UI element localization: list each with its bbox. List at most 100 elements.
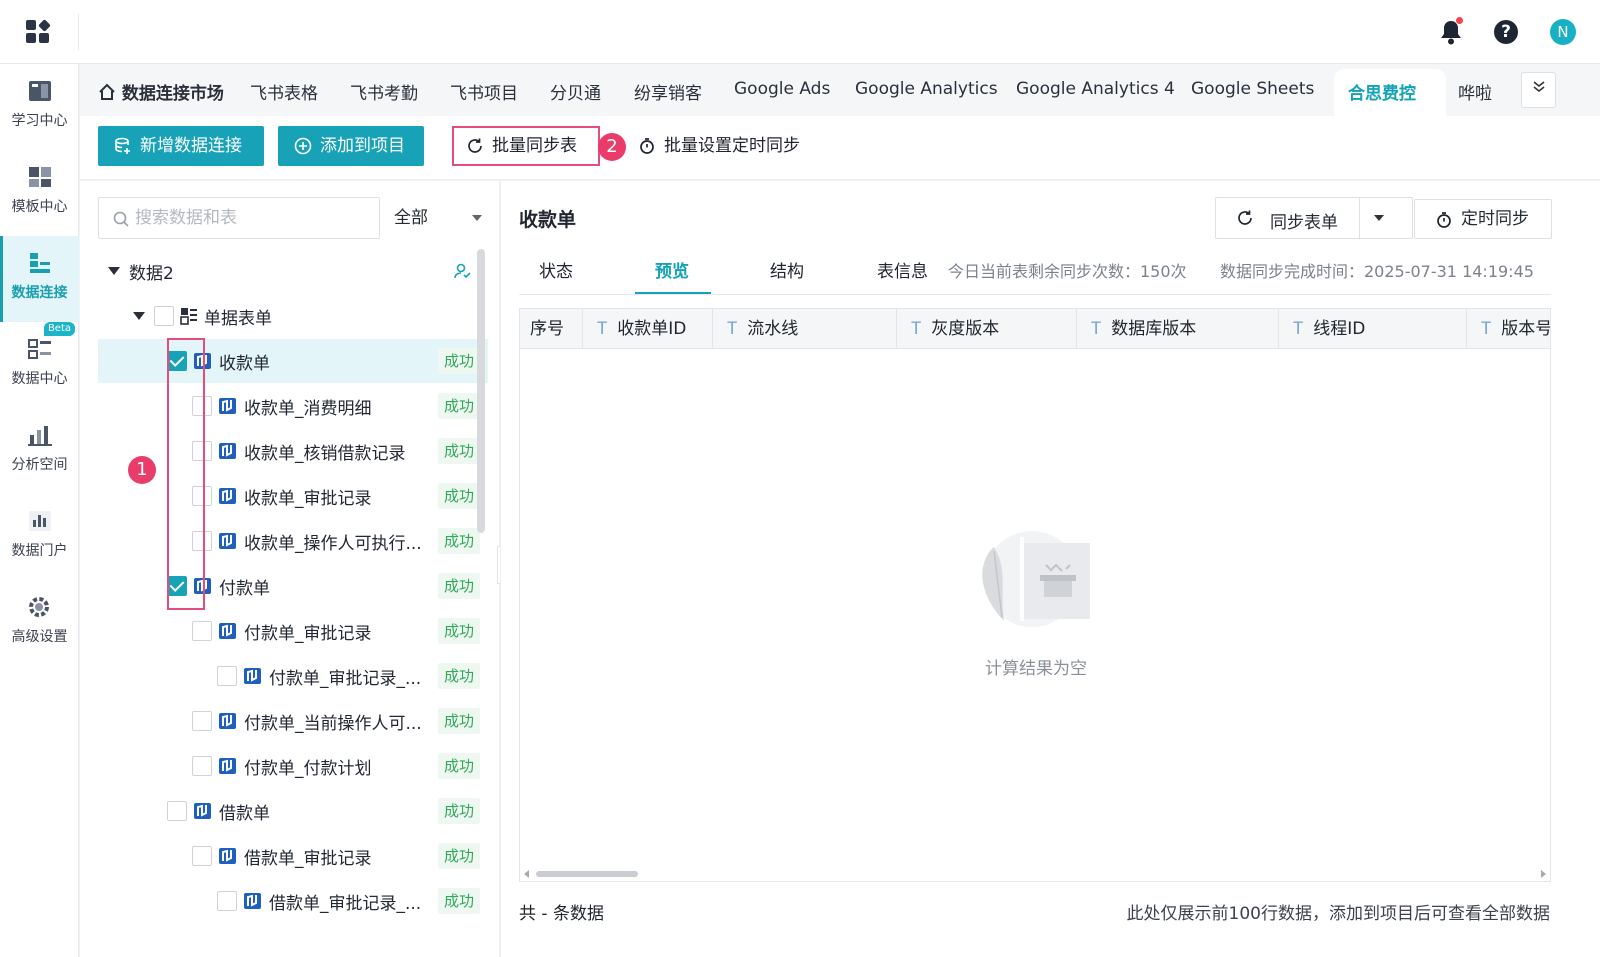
avatar[interactable]: N — [1550, 19, 1576, 45]
nav-item-learning[interactable]: 学习中心 — [0, 64, 79, 150]
hesi-table-icon — [219, 398, 236, 414]
column-header[interactable]: T 流水线 — [713, 309, 897, 349]
scrollbar-thumb[interactable] — [536, 871, 638, 877]
column-header[interactable]: T 版本号 — [1467, 309, 1550, 349]
tab-preview[interactable]: 预览 — [655, 257, 689, 282]
batch-sync-button[interactable]: 批量同步表 — [452, 126, 600, 166]
sync-dropdown-caret-icon[interactable] — [1374, 215, 1384, 221]
tree-table-node[interactable]: 付款单_付款计划 成功 — [98, 744, 488, 788]
horizontal-scrollbar[interactable] — [520, 867, 1550, 881]
tab-home[interactable]: 数据连接市场 — [98, 79, 224, 104]
search-box[interactable] — [98, 197, 380, 239]
column-header[interactable]: T 收款单ID — [583, 309, 713, 349]
column-header[interactable]: T 线程ID — [1279, 309, 1467, 349]
connector-tab-bar: 数据连接市场 飞书表格 飞书考勤 飞书项目 分贝通 纷享销客 Google Ad… — [80, 64, 1600, 117]
sync-table-button[interactable]: 同步表单 — [1270, 208, 1338, 233]
nav-item-data-connect[interactable]: 数据连接 — [0, 236, 79, 322]
add-connection-button[interactable]: 新增数据连接 — [98, 126, 264, 166]
tree-node-label: 付款单_审批记录 — [244, 624, 372, 644]
tab-fxiaoke[interactable]: 纷享销客 — [634, 79, 702, 104]
column-header[interactable]: T 灰度版本 — [897, 309, 1077, 349]
app-menu-icon[interactable] — [26, 19, 51, 44]
filter-select[interactable]: 全部 — [392, 197, 488, 239]
schedule-sync-button[interactable]: 定时同步 — [1414, 199, 1552, 239]
timer-icon — [1437, 212, 1451, 228]
status-badge: 成功 — [438, 708, 480, 734]
nav-item-portal[interactable]: 数据门户 — [0, 494, 79, 580]
sync-table-button-group: 同步表单 — [1215, 197, 1413, 239]
tab-google-analytics-4[interactable]: Google Analytics 4 — [1016, 79, 1175, 103]
help-icon[interactable]: ? — [1494, 20, 1518, 44]
nav-item-template[interactable]: 模板中心 — [0, 150, 79, 236]
checkbox[interactable] — [192, 621, 212, 641]
checkbox[interactable] — [192, 846, 212, 866]
tree-table-node[interactable]: 借款单_审批记录_... 成功 — [98, 879, 488, 923]
tree-table-node[interactable]: 收款单_操作人可执行... 成功 — [98, 519, 488, 563]
checkbox[interactable] — [192, 756, 212, 776]
tree-table-node[interactable]: 借款单_审批记录 成功 — [98, 834, 488, 878]
caret-down-icon — [472, 215, 482, 221]
more-tabs-button[interactable] — [1521, 72, 1556, 108]
tree-table-node[interactable]: 收款单_审批记录 成功 — [98, 474, 488, 518]
status-badge: 成功 — [438, 393, 480, 419]
search-input[interactable] — [135, 206, 365, 230]
tab-feishu-project[interactable]: 飞书项目 — [450, 79, 518, 104]
tab-feishu-sheets[interactable]: 飞书表格 — [250, 79, 318, 104]
batch-schedule-button[interactable]: 批量设置定时同步 — [638, 126, 800, 166]
tab-google-sheets[interactable]: Google Sheets — [1191, 79, 1314, 103]
tab-google-ads[interactable]: Google Ads — [734, 79, 830, 103]
nav-label: 学习中心 — [11, 113, 68, 129]
data-center-icon — [27, 339, 51, 359]
empty-state-illustration — [982, 531, 1090, 627]
nav-item-data-center[interactable]: Beta 数据中心 — [0, 322, 79, 408]
annotation-badge-2: 2 — [598, 133, 626, 161]
scroll-left-icon[interactable] — [524, 870, 529, 878]
user-permission-icon[interactable] — [453, 262, 471, 280]
annotation-badge-1: 1 — [128, 456, 156, 484]
tree-group[interactable]: 单据表单 — [98, 294, 488, 338]
tree-table-node[interactable]: 收款单 成功 — [98, 339, 488, 383]
add-connection-label: 新增数据连接 — [140, 136, 242, 156]
tab-huala[interactable]: 哗啦 — [1458, 79, 1492, 104]
gear-icon — [28, 597, 49, 617]
nav-item-settings[interactable]: 高级设置 — [0, 580, 79, 666]
tree-root[interactable]: 数据2 — [98, 249, 488, 293]
tree-table-node[interactable]: 付款单_审批记录 成功 — [98, 609, 488, 653]
checkbox[interactable] — [192, 711, 212, 731]
tree-node-label: 付款单_审批记录_... — [269, 669, 422, 689]
add-to-project-button[interactable]: 添加到项目 — [278, 126, 424, 166]
column-header[interactable]: T 数据库版本 — [1077, 309, 1279, 349]
tree-table-node[interactable]: 借款单 成功 — [98, 789, 488, 833]
checkbox[interactable] — [167, 801, 187, 821]
tree-table-node[interactable]: 付款单_审批记录_... 成功 — [98, 654, 488, 698]
tab-google-analytics[interactable]: Google Analytics — [855, 79, 998, 103]
expand-caret-icon[interactable] — [108, 267, 120, 275]
tree-table-node[interactable]: 付款单_当前操作人可... 成功 — [98, 699, 488, 743]
status-badge: 成功 — [438, 348, 480, 374]
beta-badge: Beta — [43, 322, 75, 336]
notification-bell-icon[interactable] — [1439, 17, 1463, 45]
tree-scrollbar[interactable] — [477, 249, 485, 533]
table-title: 收款单 — [519, 209, 577, 231]
checkbox[interactable] — [217, 666, 237, 686]
tab-table-info[interactable]: 表信息 — [877, 257, 928, 282]
tab-structure[interactable]: 结构 — [770, 257, 804, 282]
checkbox[interactable] — [217, 891, 237, 911]
scroll-right-icon[interactable] — [1541, 870, 1546, 878]
tree-table-node[interactable]: 付款单 成功 — [98, 564, 488, 608]
top-bar: ? N — [0, 0, 1600, 64]
tab-status[interactable]: 状态 — [539, 257, 573, 282]
tree-node-label: 收款单 — [219, 354, 270, 374]
database-add-icon — [115, 137, 130, 154]
nav-item-analysis[interactable]: 分析空间 — [0, 408, 79, 494]
expand-caret-icon[interactable] — [133, 312, 145, 320]
tab-fenbeitong[interactable]: 分贝通 — [550, 79, 601, 104]
tab-feishu-attendance[interactable]: 飞书考勤 — [350, 79, 418, 104]
checkbox[interactable] — [154, 306, 174, 326]
column-header[interactable]: 序号 — [520, 309, 583, 349]
plus-circle-icon — [294, 137, 312, 155]
timer-icon — [640, 138, 654, 154]
tree-table-node[interactable]: 收款单_消费明细 成功 — [98, 384, 488, 428]
tab-hesi-expense[interactable]: 合思费控 — [1348, 79, 1416, 104]
tree-table-node[interactable]: 收款单_核销借款记录 成功 — [98, 429, 488, 473]
